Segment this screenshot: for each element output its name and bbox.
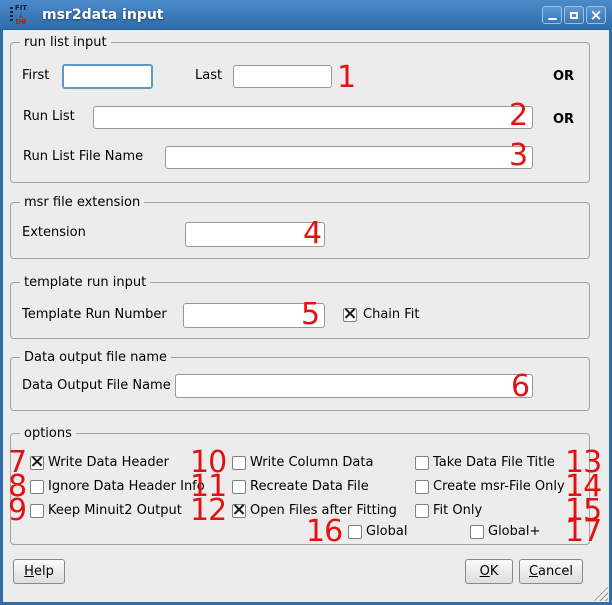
annotation-3: 3 [509, 140, 527, 171]
data-output-file-name-input[interactable] [175, 374, 533, 398]
first-label: First [22, 68, 49, 84]
fit-only-label: Fit Only [433, 503, 482, 519]
ok-button-rest: K [490, 564, 499, 579]
run-list-file-name-input[interactable] [165, 146, 533, 169]
recreate-data-file-checkbox[interactable] [232, 480, 246, 494]
window-title: msr2data input [42, 0, 164, 30]
write-data-header-label: Write Data Header [48, 455, 169, 471]
annotation-9: 9 [8, 495, 26, 526]
help-button-mnemonic: H [24, 564, 34, 579]
window-controls: × [542, 6, 606, 24]
ok-button[interactable]: OK [465, 559, 513, 584]
cancel-button-mnemonic: C [529, 564, 538, 579]
or-label-1: OR [553, 69, 574, 85]
first-input[interactable] [62, 64, 153, 89]
chain-fit-checkbox[interactable] [343, 308, 357, 322]
maximize-icon [570, 12, 578, 19]
global-plus-label: Global+ [488, 524, 540, 540]
annotation-1: 1 [337, 62, 355, 93]
keep-minuit2-output-checkbox[interactable] [30, 504, 44, 518]
write-data-header-checkbox[interactable] [30, 456, 44, 470]
title-bar[interactable]: FIT ↓ DB msr2data input × [0, 0, 612, 30]
run-list-input[interactable] [93, 106, 533, 129]
close-icon: × [590, 8, 603, 22]
close-button[interactable]: × [586, 6, 606, 24]
recreate-data-file-label: Recreate Data File [250, 479, 369, 495]
global-plus-checkbox[interactable] [470, 525, 484, 539]
group-title-msr-file-extension: msr file extension [20, 194, 144, 211]
write-column-data-label: Write Column Data [250, 455, 373, 471]
app-icon-db-text: DB [15, 19, 26, 26]
or-label-2: OR [553, 112, 574, 128]
template-run-number-label: Template Run Number [22, 307, 167, 323]
write-column-data-checkbox[interactable] [232, 456, 246, 470]
fit-only-checkbox[interactable] [415, 504, 429, 518]
minimize-icon [548, 18, 557, 20]
annotation-2: 2 [509, 100, 527, 131]
ignore-data-header-info-checkbox[interactable] [30, 480, 44, 494]
msr2data-dialog: FIT ↓ DB msr2data input × run list input… [0, 0, 612, 605]
group-title-options: options [20, 425, 76, 442]
app-icon: FIT ↓ DB [9, 4, 33, 26]
run-list-label: Run List [23, 109, 75, 125]
global-label: Global [366, 524, 407, 540]
group-title-template-run-input: template run input [20, 274, 150, 291]
annotation-5: 5 [301, 299, 319, 330]
cancel-button[interactable]: Cancel [519, 559, 583, 584]
take-data-file-title-checkbox[interactable] [415, 456, 429, 470]
global-checkbox[interactable] [348, 525, 362, 539]
minimize-button[interactable] [542, 6, 562, 24]
open-files-after-fitting-checkbox[interactable] [232, 504, 246, 518]
cancel-button-rest: ancel [538, 564, 573, 579]
group-title-run-list-input: run list input [20, 34, 111, 51]
create-msr-file-only-checkbox[interactable] [415, 480, 429, 494]
annotation-16: 16 [306, 516, 342, 547]
ignore-data-header-info-label: Ignore Data Header Info [48, 479, 205, 495]
chain-fit-label: Chain Fit [363, 307, 420, 323]
ok-button-mnemonic: O [480, 564, 490, 579]
annotation-17: 17 [565, 516, 601, 547]
annotation-12: 12 [190, 495, 226, 526]
run-list-file-name-label: Run List File Name [23, 149, 143, 165]
help-button[interactable]: Help [13, 559, 65, 584]
keep-minuit2-output-label: Keep Minuit2 Output [48, 503, 182, 519]
data-output-file-name-label: Data Output File Name [22, 378, 171, 394]
group-title-data-output-file-name: Data output file name [20, 349, 171, 366]
help-button-rest: elp [34, 564, 54, 579]
annotation-4: 4 [303, 218, 321, 249]
create-msr-file-only-label: Create msr-File Only [433, 479, 565, 495]
last-input[interactable] [233, 65, 332, 88]
annotation-6: 6 [511, 371, 529, 402]
last-label: Last [195, 68, 222, 84]
maximize-button[interactable] [564, 6, 584, 24]
take-data-file-title-label: Take Data File Title [433, 455, 555, 471]
extension-label: Extension [22, 225, 86, 241]
